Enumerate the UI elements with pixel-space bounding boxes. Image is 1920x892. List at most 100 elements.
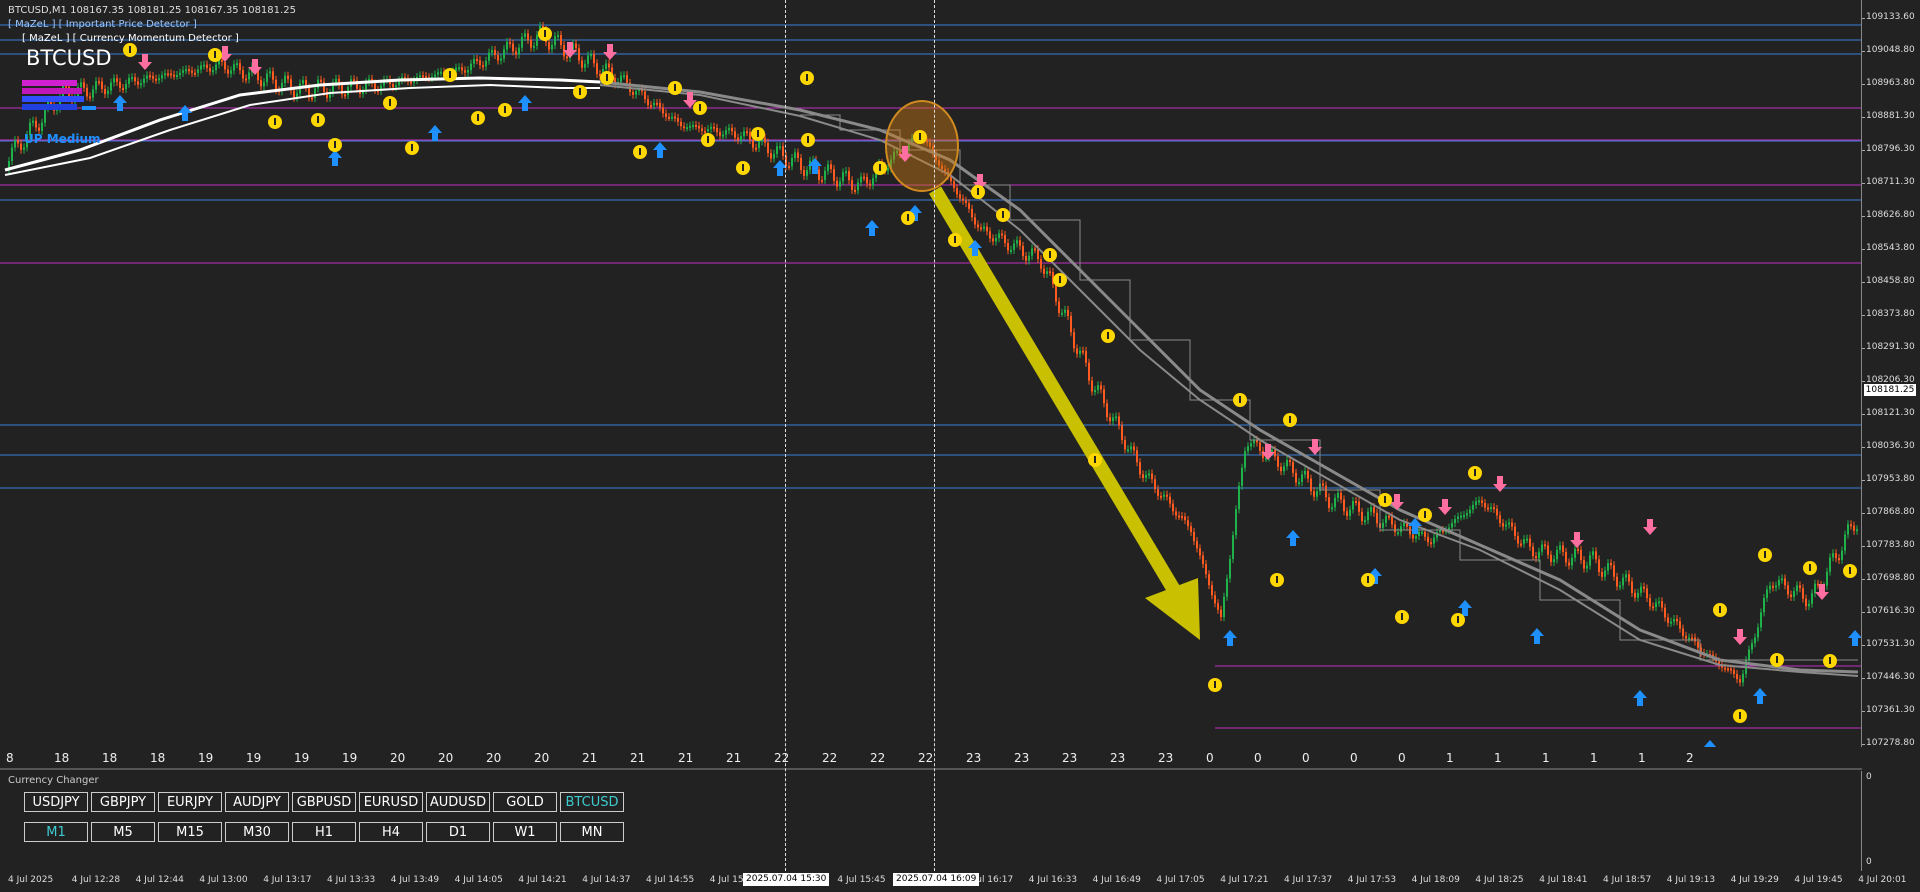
candle-body [485, 60, 487, 67]
symbol-button-btcusd[interactable]: BTCUSD [560, 792, 624, 812]
candle-body [1346, 511, 1348, 516]
time-tick: 4 Jul 18:09 [1411, 875, 1460, 885]
main-price-plot[interactable]: BTCUSD,M1 108167.35 108181.25 108167.35 … [0, 0, 1862, 747]
candle-body [248, 72, 250, 80]
candle-body [422, 75, 424, 78]
candle-body [1598, 559, 1600, 572]
timeframe-button-m30[interactable]: M30 [225, 822, 289, 842]
candle-body [1241, 467, 1243, 486]
candle-body [728, 127, 730, 131]
candle-body [215, 64, 217, 71]
time-tick: 4 Jul 13:33 [327, 875, 376, 885]
candle-body [1532, 546, 1534, 557]
candle-body [632, 91, 634, 95]
candle-body [230, 70, 232, 74]
candle-body [1619, 585, 1621, 588]
time-tick: 4 Jul 13:00 [199, 875, 248, 885]
timeframe-button-h4[interactable]: H4 [359, 822, 423, 842]
price-axis[interactable]: 109133.60 109048.80 108963.80 108881.30 1087… [1862, 0, 1920, 748]
candle-body [467, 70, 469, 73]
sell-arrow-icon [1570, 532, 1584, 548]
panel-separator[interactable] [0, 768, 1862, 770]
timeframe-button-m1[interactable]: M1 [24, 822, 88, 842]
buy-arrow-icon [328, 150, 342, 166]
candle-body [23, 147, 25, 150]
candle-body [1664, 607, 1666, 618]
symbol-button-usdjpy[interactable]: USDJPY [24, 792, 88, 812]
sell-arrow-icon [563, 42, 577, 58]
chart-window[interactable]: BTCUSD,M1 108167.35 108181.25 108167.35 … [0, 0, 1920, 892]
signal-coin-mark [334, 141, 336, 148]
candle-body [1196, 541, 1198, 549]
candle-body [854, 189, 856, 192]
candle-body [1073, 332, 1075, 349]
time-tick: 4 Jul 18:25 [1475, 875, 1524, 885]
candle-body [998, 233, 1000, 239]
signal-coin-mark [879, 164, 881, 171]
time-tick: 4 Jul 20:01 [1858, 875, 1907, 885]
candle-body [212, 70, 214, 73]
candle-body [803, 170, 805, 176]
signal-coin-mark [757, 130, 759, 137]
buy-arrow-icon [178, 105, 192, 121]
signal-coin-mark [1474, 469, 1476, 476]
candle-body [677, 118, 679, 122]
candle-body [1625, 574, 1627, 578]
indicator-label-momentum-detector: [ MaZeL ] [ Currency Momentum Detector ] [22, 33, 239, 44]
candle-body [866, 177, 868, 184]
candle-body [188, 69, 190, 72]
candle-body [1061, 312, 1063, 315]
mini-date-label: 21 [726, 751, 742, 765]
candle-body [1355, 501, 1357, 504]
symbol-button-gbpusd[interactable]: GBPUSD [292, 792, 356, 812]
candle-body [1286, 460, 1288, 467]
buy-arrow-icon [1633, 690, 1647, 706]
candle-body [1679, 621, 1681, 629]
time-axis[interactable]: 4 Jul 20:01 4 Jul 19:45 4 Jul 19:29 4 Jul 1… [0, 871, 1920, 892]
buy-arrow-icon [1286, 530, 1300, 546]
candle-body [1505, 524, 1507, 527]
buy-arrow-icon [653, 142, 667, 158]
timeframe-button-w1[interactable]: W1 [493, 822, 557, 842]
candle-body [701, 128, 703, 131]
candle-body [374, 83, 376, 90]
candle-body [1415, 536, 1417, 539]
candle-body [749, 132, 751, 140]
timeframe-button-mn[interactable]: MN [560, 822, 624, 842]
mini-date-label: 22 [870, 751, 886, 765]
timeframe-button-m15[interactable]: M15 [158, 822, 222, 842]
candle-body [119, 81, 121, 89]
candle-body [1466, 513, 1468, 516]
symbol-button-gold[interactable]: GOLD [493, 792, 557, 812]
candle-body [974, 217, 976, 225]
mini-date-label: 19 [198, 751, 214, 765]
candle-body [1145, 474, 1147, 478]
candle-body [128, 77, 130, 84]
candle-body [41, 122, 43, 131]
buy-arrow-icon [1848, 630, 1861, 646]
candle-body [500, 58, 502, 61]
symbol-button-audjpy[interactable]: AUDJPY [225, 792, 289, 812]
candle-body [245, 78, 247, 81]
mini-date-label: 0 [1302, 751, 1310, 765]
candle-body [1568, 562, 1570, 566]
timeframe-button-d1[interactable]: D1 [426, 822, 490, 842]
symbol-button-eurusd[interactable]: EURUSD [359, 792, 423, 812]
timeframe-button-m5[interactable]: M5 [91, 822, 155, 842]
candle-body [551, 45, 553, 50]
candle-body [683, 126, 685, 129]
candle-body [1754, 637, 1756, 644]
symbol-button-eurjpy[interactable]: EURJPY [158, 792, 222, 812]
candle-body [1766, 589, 1768, 598]
time-tick: 4 Jul 16:33 [1028, 875, 1078, 885]
price-chart-svg[interactable] [0, 0, 1861, 747]
symbol-button-audusd[interactable]: AUDUSD [426, 792, 490, 812]
candle-body [293, 90, 295, 98]
mini-date-label: 0 [1398, 751, 1406, 765]
candle-body [518, 47, 520, 55]
symbol-button-gbpjpy[interactable]: GBPJPY [91, 792, 155, 812]
timeframe-button-h1[interactable]: H1 [292, 822, 356, 842]
candle-body [131, 77, 133, 80]
candle-body [953, 181, 955, 189]
mini-date-label: 20 [534, 751, 550, 765]
